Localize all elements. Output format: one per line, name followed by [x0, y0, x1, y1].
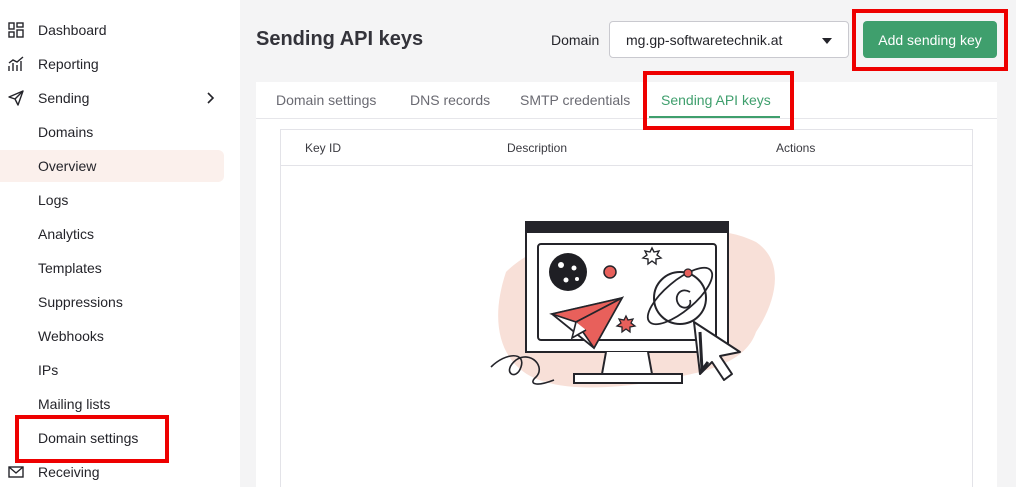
content-card: Domain settings DNS records SMTP credent… — [256, 82, 997, 487]
page-title: Sending API keys — [256, 28, 424, 50]
sidebar-item-logs[interactable]: Logs — [0, 184, 224, 216]
tab-dns-records[interactable]: DNS records — [410, 92, 490, 108]
sidebar-item-label: IPs — [38, 362, 59, 378]
sidebar-item-label: Receiving — [38, 464, 100, 480]
sidebar-item-label: Overview — [38, 158, 97, 174]
sidebar-item-label: Dashboard — [38, 22, 107, 38]
chevron-right-icon — [207, 92, 215, 104]
table-header: Key ID Description Actions — [281, 130, 972, 166]
caret-down-icon — [822, 38, 832, 44]
tab-bar: Domain settings DNS records SMTP credent… — [256, 82, 997, 119]
sidebar-item-label: Webhooks — [38, 328, 104, 344]
sidebar-item-reporting[interactable]: Reporting — [0, 48, 224, 80]
sidebar-item-suppressions[interactable]: Suppressions — [0, 286, 224, 318]
sidebar-item-label: Domains — [38, 124, 94, 140]
sidebar-item-domain-settings[interactable]: Domain settings — [0, 422, 224, 454]
send-icon — [6, 88, 26, 108]
sidebar-item-label: Domain settings — [38, 430, 139, 446]
sidebar-item-label: Mailing lists — [38, 396, 111, 412]
sidebar-item-templates[interactable]: Templates — [0, 252, 224, 284]
sidebar-item-label: Sending — [38, 90, 90, 106]
dashboard-icon — [6, 20, 26, 40]
api-keys-table: Key ID Description Actions — [280, 129, 973, 487]
mail-icon — [6, 462, 26, 482]
sidebar-item-webhooks[interactable]: Webhooks — [0, 320, 224, 352]
sidebar-item-ips[interactable]: IPs — [0, 354, 224, 386]
sidebar-item-sending[interactable]: Sending — [0, 82, 224, 114]
sidebar-item-analytics[interactable]: Analytics — [0, 218, 224, 250]
sidebar-item-label: Analytics — [38, 226, 95, 242]
sidebar-item-label: Suppressions — [38, 294, 123, 310]
empty-state-illustration — [490, 221, 775, 388]
sidebar-item-domains[interactable]: Domains — [0, 116, 224, 148]
tab-smtp-credentials[interactable]: SMTP credentials — [520, 92, 630, 108]
domain-label: Domain — [551, 32, 600, 48]
tab-domain-settings[interactable]: Domain settings — [276, 92, 376, 108]
column-header-key-id: Key ID — [305, 141, 342, 155]
sidebar-item-mailing-lists[interactable]: Mailing lists — [0, 388, 224, 420]
sidebar: Dashboard Reporting Sending Domains Over… — [0, 0, 240, 487]
sidebar-item-label: Reporting — [38, 56, 99, 72]
column-header-actions: Actions — [776, 141, 816, 155]
active-tab-indicator — [649, 116, 780, 118]
sidebar-item-dashboard[interactable]: Dashboard — [0, 14, 224, 46]
sidebar-item-label: Logs — [38, 192, 69, 208]
domain-select-value: mg.gp-softwaretechnik.at — [626, 31, 783, 48]
add-sending-key-button[interactable]: Add sending key — [863, 21, 997, 58]
reporting-icon — [6, 54, 26, 74]
column-header-description: Description — [507, 141, 568, 155]
sidebar-item-receiving[interactable]: Receiving — [0, 456, 224, 487]
tab-sending-api-keys[interactable]: Sending API keys — [661, 92, 771, 108]
domain-select[interactable]: mg.gp-softwaretechnik.at — [609, 21, 849, 58]
sidebar-item-label: Templates — [38, 260, 102, 276]
sidebar-item-overview[interactable]: Overview — [0, 150, 224, 182]
